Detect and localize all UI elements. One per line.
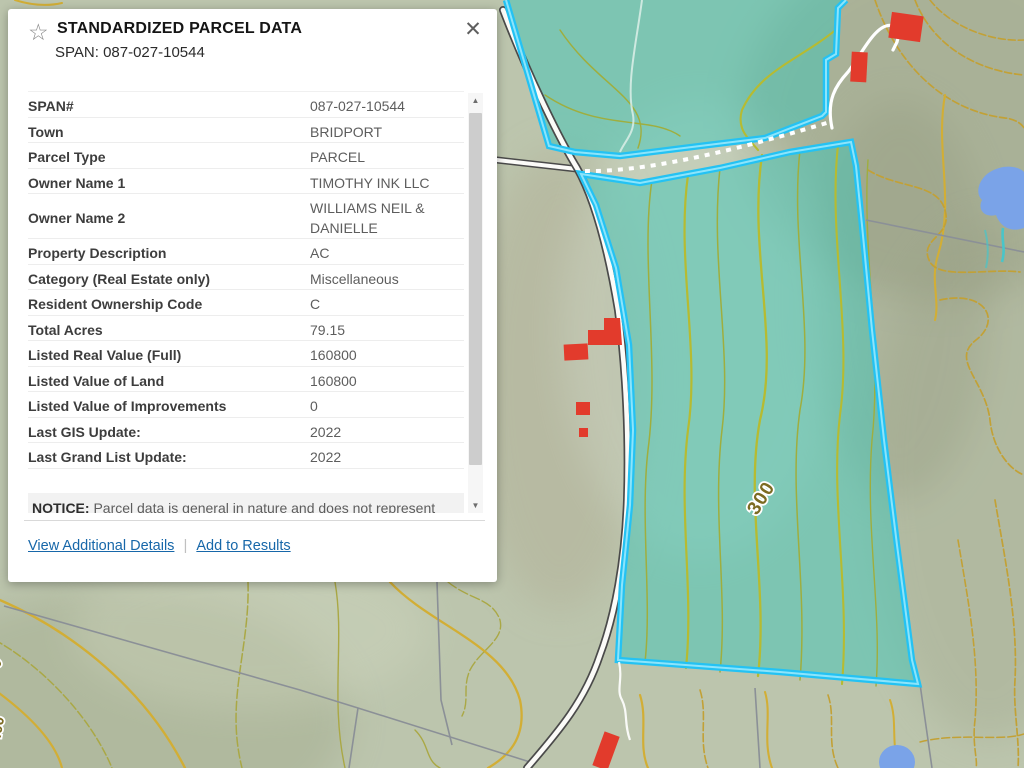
scrollbar-up-icon[interactable]: ▲ bbox=[468, 93, 483, 108]
field-value: WILLIAMS NEIL & DANIELLE bbox=[310, 195, 464, 238]
parcel-attribute-table: SPAN# 087-027-10544 Town BRIDPORT Parcel… bbox=[28, 91, 464, 513]
table-row: SPAN# 087-027-10544 bbox=[28, 91, 464, 118]
field-label: Last Grand List Update: bbox=[28, 444, 310, 467]
field-label: Owner Name 1 bbox=[28, 170, 310, 193]
field-value: BRIDPORT bbox=[310, 119, 464, 142]
scrollbar-down-icon[interactable]: ▼ bbox=[468, 498, 483, 513]
table-row: Owner Name 2 WILLIAMS NEIL & DANIELLE bbox=[28, 194, 464, 239]
field-label: Property Description bbox=[28, 240, 310, 263]
field-label: Resident Ownership Code bbox=[28, 291, 310, 314]
field-label: Listed Value of Land bbox=[28, 368, 310, 391]
field-value: Miscellaneous bbox=[310, 266, 464, 289]
field-label: Category (Real Estate only) bbox=[28, 266, 310, 289]
table-row: Listed Value of Improvements 0 bbox=[28, 392, 464, 418]
field-value: TIMOTHY INK LLC bbox=[310, 170, 464, 193]
field-label: Listed Real Value (Full) bbox=[28, 342, 310, 365]
field-value: 2022 bbox=[310, 444, 464, 467]
table-row: Listed Real Value (Full) 160800 bbox=[28, 341, 464, 367]
notice-label: NOTICE: bbox=[32, 500, 90, 514]
field-value: 0 bbox=[310, 393, 464, 416]
scrollbar[interactable]: ▲ ▼ bbox=[468, 93, 483, 513]
field-value: 79.15 bbox=[310, 317, 464, 340]
field-value: C bbox=[310, 291, 464, 314]
field-label: Town bbox=[28, 119, 310, 142]
footer-divider bbox=[24, 520, 485, 521]
field-value: PARCEL bbox=[310, 144, 464, 167]
table-row: Category (Real Estate only) Miscellaneou… bbox=[28, 265, 464, 291]
popup-subtitle: SPAN: 087-027-10544 bbox=[55, 44, 205, 61]
table-row: Parcel Type PARCEL bbox=[28, 143, 464, 169]
table-row: Last Grand List Update: 2022 bbox=[28, 443, 464, 469]
field-label: SPAN# bbox=[28, 93, 310, 116]
add-to-results-link[interactable]: Add to Results bbox=[196, 538, 290, 554]
table-row: Owner Name 1 TIMOTHY INK LLC bbox=[28, 169, 464, 195]
table-row: Total Acres 79.15 bbox=[28, 316, 464, 342]
table-row: Town BRIDPORT bbox=[28, 118, 464, 144]
table-row: Property Description AC bbox=[28, 239, 464, 265]
favorite-star-icon[interactable]: ☆ bbox=[28, 18, 49, 46]
field-value: 2022 bbox=[310, 419, 464, 442]
field-value: 160800 bbox=[310, 342, 464, 365]
view-additional-details-link[interactable]: View Additional Details bbox=[28, 538, 174, 554]
field-label: Parcel Type bbox=[28, 144, 310, 167]
footer-links: View Additional Details | Add to Results bbox=[28, 537, 291, 554]
scrollbar-thumb[interactable] bbox=[469, 113, 482, 465]
field-value: 160800 bbox=[310, 368, 464, 391]
field-value: 087-027-10544 bbox=[310, 93, 464, 116]
field-value: AC bbox=[310, 240, 464, 263]
close-icon[interactable]: ✕ bbox=[461, 17, 485, 42]
table-spacer bbox=[28, 469, 464, 493]
field-label: Total Acres bbox=[28, 317, 310, 340]
popup-title: STANDARDIZED PARCEL DATA bbox=[57, 20, 302, 38]
field-label: Last GIS Update: bbox=[28, 419, 310, 442]
link-separator: | bbox=[183, 537, 187, 554]
parcel-popup: ☆ STANDARDIZED PARCEL DATA SPAN: 087-027… bbox=[8, 9, 497, 582]
notice-text: NOTICE: Parcel data is general in nature… bbox=[28, 493, 464, 514]
field-label: Listed Value of Improvements bbox=[28, 393, 310, 416]
table-row: Resident Ownership Code C bbox=[28, 290, 464, 316]
table-row: Last GIS Update: 2022 bbox=[28, 418, 464, 444]
notice-body: Parcel data is general in nature and doe… bbox=[32, 500, 435, 514]
field-label: Owner Name 2 bbox=[28, 205, 310, 228]
table-row: Listed Value of Land 160800 bbox=[28, 367, 464, 393]
